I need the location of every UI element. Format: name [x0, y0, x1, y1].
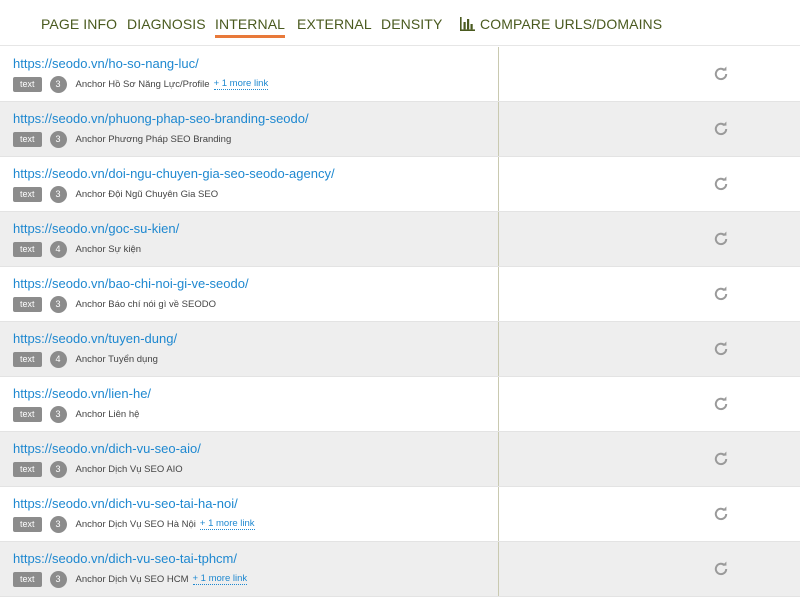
link-type-badge: text	[13, 571, 42, 587]
refresh-icon[interactable]	[713, 561, 729, 577]
link-meta: text 3 Anchor Dịch Vụ SEO Hà Nội + 1 mor…	[13, 515, 255, 533]
link-anchor-text: Anchor Đội Ngũ Chuyên Gia SEO	[75, 188, 219, 200]
link-anchor-text: Anchor Phương Pháp SEO Branding	[75, 133, 232, 145]
link-url[interactable]: https://seodo.vn/doi-ngu-chuyen-gia-seo-…	[13, 166, 335, 181]
link-row: https://seodo.vn/doi-ngu-chuyen-gia-seo-…	[0, 157, 800, 212]
column-divider	[498, 267, 499, 321]
link-meta: text 3 Anchor Báo chí nói gì về SEODO	[13, 295, 220, 313]
link-url[interactable]: https://seodo.vn/bao-chi-noi-gi-ve-seodo…	[13, 276, 249, 291]
column-divider	[498, 322, 499, 376]
tab-internal[interactable]: INTERNAL	[215, 16, 286, 38]
internal-links-list: https://seodo.vn/ho-so-nang-luc/ text 3 …	[0, 47, 800, 597]
link-anchor-text: Anchor Liên hệ	[75, 408, 140, 420]
tab-bar: PAGE INFO DIAGNOSIS INTERNAL EXTERNAL DE…	[0, 0, 800, 46]
link-meta: text 4 Anchor Sự kiện	[13, 240, 145, 258]
column-divider	[498, 47, 499, 101]
more-link-toggle[interactable]: + 1 more link	[213, 78, 269, 90]
link-row: https://seodo.vn/phuong-phap-seo-brandin…	[0, 102, 800, 157]
refresh-icon[interactable]	[713, 396, 729, 412]
column-divider	[498, 432, 499, 486]
link-row: https://seodo.vn/ho-so-nang-luc/ text 3 …	[0, 47, 800, 102]
link-anchor-text: Anchor Dịch Vụ SEO Hà Nội	[75, 518, 196, 530]
link-anchor-text: Anchor Dịch Vụ SEO AIO	[75, 463, 183, 475]
link-row: https://seodo.vn/dich-vu-seo-tai-ha-noi/…	[0, 487, 800, 542]
link-row: https://seodo.vn/tuyen-dung/ text 4 Anch…	[0, 322, 800, 377]
link-type-badge: text	[13, 461, 42, 477]
tab-external[interactable]: EXTERNAL	[297, 16, 372, 38]
column-divider	[498, 377, 499, 431]
link-count-badge: 4	[49, 350, 67, 368]
link-anchor-text: Anchor Dịch Vụ SEO HCM	[75, 573, 189, 585]
link-count-badge: 3	[49, 405, 67, 423]
refresh-icon[interactable]	[713, 66, 729, 82]
link-type-badge: text	[13, 406, 42, 422]
link-url[interactable]: https://seodo.vn/tuyen-dung/	[13, 331, 177, 346]
refresh-icon[interactable]	[713, 231, 729, 247]
link-type-badge: text	[13, 351, 42, 367]
link-row: https://seodo.vn/bao-chi-noi-gi-ve-seodo…	[0, 267, 800, 322]
link-meta: text 3 Anchor Hồ Sơ Năng Lực/Profile + 1…	[13, 75, 269, 93]
link-count-badge: 3	[49, 515, 67, 533]
link-row: https://seodo.vn/dich-vu-seo-aio/ text 3…	[0, 432, 800, 487]
link-type-badge: text	[13, 186, 42, 202]
column-divider	[498, 102, 499, 156]
link-meta: text 3 Anchor Dịch Vụ SEO HCM + 1 more l…	[13, 570, 248, 588]
link-anchor-text: Anchor Báo chí nói gì về SEODO	[75, 298, 216, 310]
link-type-badge: text	[13, 131, 42, 147]
column-divider	[498, 212, 499, 266]
link-meta: text 3 Anchor Liên hệ	[13, 405, 143, 423]
link-anchor-text: Anchor Hồ Sơ Năng Lực/Profile	[75, 78, 210, 90]
link-meta: text 3 Anchor Đội Ngũ Chuyên Gia SEO	[13, 185, 222, 203]
link-count-badge: 3	[49, 295, 67, 313]
link-anchor-text: Anchor Tuyển dụng	[75, 353, 158, 365]
link-row: https://seodo.vn/dich-vu-seo-tai-tphcm/ …	[0, 542, 800, 597]
link-type-badge: text	[13, 76, 42, 92]
refresh-icon[interactable]	[713, 506, 729, 522]
link-meta: text 3 Anchor Dịch Vụ SEO AIO	[13, 460, 187, 478]
tab-density[interactable]: DENSITY	[381, 16, 442, 38]
link-url[interactable]: https://seodo.vn/lien-he/	[13, 386, 151, 401]
column-divider	[498, 542, 499, 596]
link-count-badge: 3	[49, 130, 67, 148]
link-url[interactable]: https://seodo.vn/dich-vu-seo-tai-tphcm/	[13, 551, 237, 566]
refresh-icon[interactable]	[713, 286, 729, 302]
column-divider	[498, 487, 499, 541]
link-url[interactable]: https://seodo.vn/goc-su-kien/	[13, 221, 179, 236]
tab-compare-label: COMPARE URLS/DOMAINS	[480, 16, 663, 32]
refresh-icon[interactable]	[713, 341, 729, 357]
more-link-toggle[interactable]: + 1 more link	[192, 573, 248, 585]
refresh-icon[interactable]	[713, 451, 729, 467]
link-count-badge: 3	[49, 460, 67, 478]
refresh-icon[interactable]	[713, 121, 729, 137]
link-type-badge: text	[13, 296, 42, 312]
link-url[interactable]: https://seodo.vn/phuong-phap-seo-brandin…	[13, 111, 309, 126]
column-divider	[498, 157, 499, 211]
link-url[interactable]: https://seodo.vn/dich-vu-seo-aio/	[13, 441, 201, 456]
link-row: https://seodo.vn/goc-su-kien/ text 4 Anc…	[0, 212, 800, 267]
tab-diagnosis[interactable]: DIAGNOSIS	[127, 16, 206, 38]
link-anchor-text: Anchor Sự kiện	[75, 243, 142, 255]
refresh-icon[interactable]	[713, 176, 729, 192]
link-meta: text 4 Anchor Tuyển dụng	[13, 350, 162, 368]
more-link-toggle[interactable]: + 1 more link	[199, 518, 255, 530]
link-url[interactable]: https://seodo.vn/ho-so-nang-luc/	[13, 56, 199, 71]
link-count-badge: 3	[49, 185, 67, 203]
link-type-badge: text	[13, 516, 42, 532]
link-count-badge: 4	[49, 240, 67, 258]
link-row: https://seodo.vn/lien-he/ text 3 Anchor …	[0, 377, 800, 432]
bar-chart-icon	[460, 17, 475, 31]
link-url[interactable]: https://seodo.vn/dich-vu-seo-tai-ha-noi/	[13, 496, 238, 511]
tab-compare-urls-domains[interactable]: COMPARE URLS/DOMAINS	[460, 16, 662, 38]
tab-page-info[interactable]: PAGE INFO	[41, 16, 117, 38]
link-count-badge: 3	[49, 570, 67, 588]
link-meta: text 3 Anchor Phương Pháp SEO Branding	[13, 130, 235, 148]
link-type-badge: text	[13, 241, 42, 257]
link-count-badge: 3	[49, 75, 67, 93]
